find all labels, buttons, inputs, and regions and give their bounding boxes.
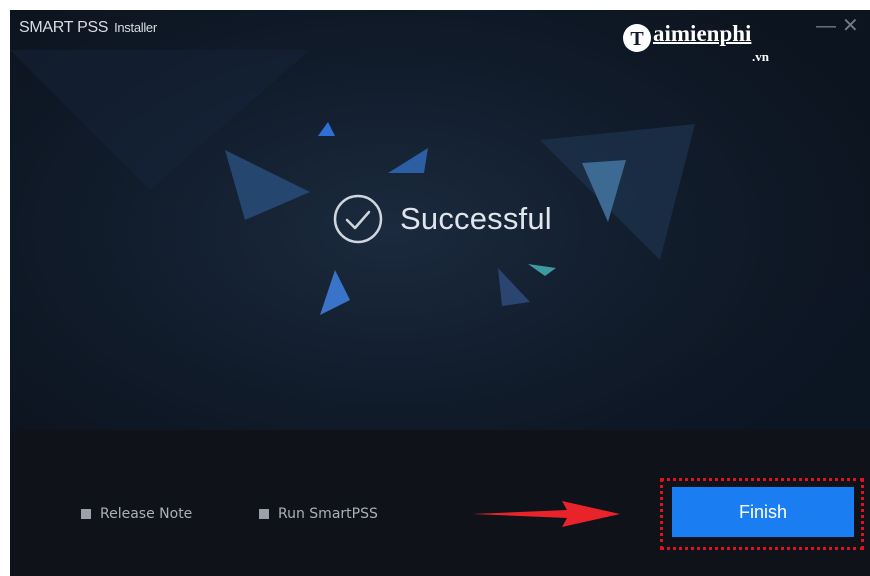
- check-circle-icon: [333, 194, 383, 244]
- release-note-label: Release Note: [100, 506, 193, 522]
- run-smartpss-checkbox[interactable]: [259, 509, 269, 519]
- minimize-button[interactable]: —: [816, 16, 836, 36]
- window-title-suffix: Installer: [114, 20, 157, 35]
- logo-mark-icon: T: [623, 24, 651, 52]
- installer-window: SMART PSS Installer T aimienphi .vn — ✕ …: [10, 10, 870, 576]
- logo-suffix: .vn: [752, 49, 769, 64]
- release-note-option[interactable]: Release Note: [81, 506, 192, 522]
- logo-initial: T: [630, 28, 644, 50]
- window-title-main: SMART PSS: [19, 19, 109, 36]
- logo-brand: aimienphi: [653, 21, 752, 46]
- finish-button[interactable]: Finish: [672, 487, 854, 537]
- release-note-checkbox[interactable]: [81, 509, 91, 519]
- status-text: Successful: [400, 201, 552, 236]
- watermark-logo: T aimienphi .vn: [623, 21, 813, 65]
- close-button[interactable]: ✕: [842, 16, 859, 36]
- status-area: Successful: [332, 193, 552, 245]
- run-smartpss-option[interactable]: Run SmartPSS: [259, 506, 378, 522]
- red-arrow-icon: [472, 501, 620, 527]
- window-title: SMART PSS Installer: [19, 19, 157, 37]
- run-smartpss-label: Run SmartPSS: [278, 506, 378, 522]
